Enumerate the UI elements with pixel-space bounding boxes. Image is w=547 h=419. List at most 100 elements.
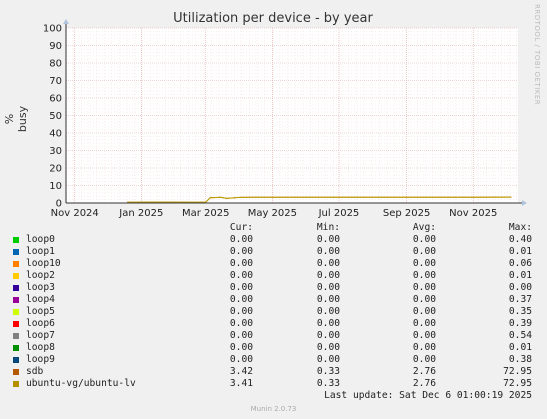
munin-version: Munin 2.0.73 [250,405,297,413]
legend-cur: 3.42 [229,366,253,377]
legend-name: loop7 [26,330,55,341]
y-tick-label: 80 [49,59,62,70]
legend-item: loop8 0.00 0.00 0.00 0.01 [10,342,540,354]
legend-max: 72.95 [503,378,532,389]
legend-name: loop2 [26,270,55,281]
legend-cur: 0.00 [229,294,253,305]
legend-avg: 0.00 [412,246,436,257]
legend-min: 0.00 [316,270,340,281]
legend-min: 0.00 [316,318,340,329]
legend-cur: 0.00 [229,306,253,317]
legend-cur: 0.00 [229,246,253,257]
legend-name: loop3 [26,282,55,293]
legend-item: loop2 0.00 0.00 0.00 0.01 [10,270,540,282]
legend-max: 0.38 [508,354,532,365]
legend-cur: 0.00 [229,258,253,269]
legend-name: loop0 [26,234,55,245]
legend-min: 0.00 [316,234,340,245]
legend-cur: 0.00 [229,282,253,293]
legend-min: 0.00 [316,342,340,353]
legend-avg: 0.00 [412,282,436,293]
legend-cur: 0.00 [229,270,253,281]
y-tick-label: 90 [49,41,62,52]
y-tick-label: 10 [49,181,62,192]
legend-swatch [13,273,19,279]
legend-min: 0.00 [316,246,340,257]
legend-max: 0.39 [508,318,532,329]
legend-swatch [13,381,19,387]
legend-avg: 0.00 [412,318,436,329]
legend-avg: 2.76 [412,366,436,377]
legend-cur: 0.00 [229,234,253,245]
y-tick-label: 30 [49,146,62,157]
legend-item: loop10 0.00 0.00 0.00 0.06 [10,258,540,270]
y-tick-label: 70 [49,76,62,87]
legend-swatch [13,285,19,291]
y-ticks: 0102030405060708090100 [43,24,62,210]
legend-name: loop4 [26,294,55,305]
legend-min: 0.33 [316,378,340,389]
y-axis-arrow [63,19,69,24]
legend-cur: 3.41 [229,378,253,389]
legend-name: loop10 [26,258,61,269]
legend-item: loop3 0.00 0.00 0.00 0.00 [10,282,540,294]
legend-name: loop6 [26,318,55,329]
x-ticks: Nov 2024 Jan 2025 Mar 2025 May 2025 Jul 2025… [51,208,498,219]
x-tick-label: May 2025 [248,208,297,219]
legend-item: sdb 3.42 0.33 2.76 72.95 [10,366,540,378]
legend-swatch [13,321,19,327]
legend-rows: loop0 0.00 0.00 0.00 0.40 loop1 0.00 0.00 0.00 0.… [10,234,540,390]
legend-name: sdb [26,366,44,377]
x-tick-label: Nov 2024 [51,208,99,219]
legend-swatch [13,249,19,255]
x-axis-arrow [522,200,527,206]
legend-item: loop1 0.00 0.00 0.00 0.01 [10,246,540,258]
y-tick-label: 40 [49,129,62,140]
legend-header-cur: Cur: [229,222,253,233]
legend-min: 0.00 [316,354,340,365]
legend-swatch [13,357,19,363]
legend-avg: 0.00 [412,270,436,281]
x-tick-label: Nov 2025 [449,208,497,219]
legend-avg: 0.00 [412,330,436,341]
legend-min: 0.00 [316,258,340,269]
legend-cur: 0.00 [229,354,253,365]
legend-min: 0.00 [316,306,340,317]
legend-max: 0.35 [508,306,532,317]
legend-swatch [13,333,19,339]
legend-max: 0.40 [508,234,532,245]
legend-item: loop7 0.00 0.00 0.00 0.54 [10,330,540,342]
legend: Cur: Min: Avg: Max: loop0 0.00 0.00 0.00 0.4… [10,222,540,390]
legend-avg: 0.00 [412,354,436,365]
legend-header-avg: Avg: [412,222,436,233]
legend-avg: 0.00 [412,234,436,245]
legend-avg: 0.00 [412,294,436,305]
legend-swatch [13,345,19,351]
legend-max: 0.54 [508,330,532,341]
x-tick-label: Jul 2025 [318,208,360,219]
legend-avg: 0.00 [412,342,436,353]
legend-name: loop9 [26,354,55,365]
legend-swatch [13,369,19,375]
legend-min: 0.00 [316,294,340,305]
legend-name: ubuntu-vg/ubuntu-lv [26,378,136,389]
legend-item: loop9 0.00 0.00 0.00 0.38 [10,354,540,366]
y-tick-label: 60 [49,94,62,105]
legend-swatch [13,297,19,303]
legend-swatch [13,261,19,267]
legend-header-max: Max: [508,222,532,233]
legend-header: Cur: Min: Avg: Max: [10,222,540,234]
legend-min: 0.33 [316,366,340,377]
legend-swatch [13,237,19,243]
y-tick-label: 100 [43,24,62,35]
legend-item: loop5 0.00 0.00 0.00 0.35 [10,306,540,318]
legend-cur: 0.00 [229,330,253,341]
legend-max: 0.01 [508,270,532,281]
grid [65,27,518,204]
y-tick-label: 20 [49,164,62,175]
legend-swatch [13,309,19,315]
legend-item: ubuntu-vg/ubuntu-lv 3.41 0.33 2.76 72.95 [10,378,540,390]
legend-item: loop0 0.00 0.00 0.00 0.40 [10,234,540,246]
legend-item: loop4 0.00 0.00 0.00 0.37 [10,294,540,306]
x-tick-label: Mar 2025 [182,208,230,219]
